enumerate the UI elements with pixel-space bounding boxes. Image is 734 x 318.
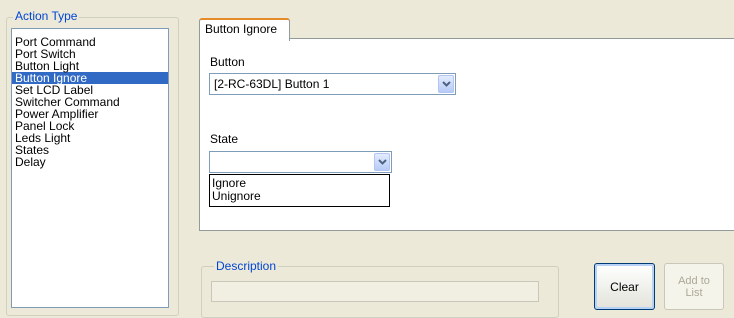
button-select-value: [2-RC-63DL] Button 1 — [214, 77, 330, 91]
add-to-list-label-line2: List — [685, 286, 703, 299]
state-dropdown-list: Ignore Unignore — [209, 174, 390, 207]
description-input[interactable] — [211, 281, 539, 302]
add-to-list-button[interactable]: Add to List — [664, 263, 724, 310]
state-field-label: State — [210, 132, 239, 146]
action-type-listbox[interactable]: Port Command Port Switch Button Light Bu… — [11, 28, 169, 308]
clear-button-label: Clear — [610, 279, 639, 294]
action-type-item-delay[interactable]: Delay — [12, 156, 168, 168]
state-select[interactable] — [209, 151, 392, 173]
button-select[interactable]: [2-RC-63DL] Button 1 — [209, 73, 456, 95]
clear-button[interactable]: Clear — [594, 263, 655, 310]
action-type-legend: Action Type — [13, 9, 80, 23]
description-legend: Description — [214, 259, 279, 273]
button-select-dropdown[interactable] — [438, 75, 454, 93]
chevron-down-icon — [441, 81, 451, 87]
chevron-down-icon — [377, 159, 387, 165]
state-select-dropdown[interactable] — [374, 153, 390, 171]
tab-button-ignore[interactable]: Button Ignore — [199, 18, 290, 41]
add-to-list-label-line1: Add to — [678, 274, 710, 287]
state-option-unignore[interactable]: Unignore — [210, 190, 389, 203]
button-field-label: Button — [210, 55, 245, 69]
